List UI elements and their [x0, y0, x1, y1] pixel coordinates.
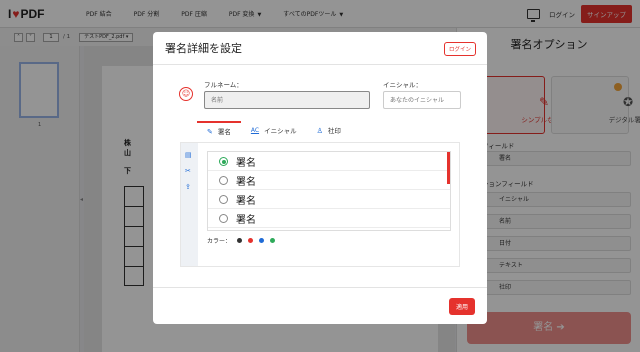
- tab-initials[interactable]: AC イニシャル: [241, 121, 307, 141]
- draw-icon[interactable]: ✂: [185, 167, 191, 175]
- initials-icon: AC: [250, 127, 260, 134]
- modal-title: 署名詳細を設定: [165, 42, 242, 55]
- text-style-icon[interactable]: ▤: [185, 151, 192, 159]
- signature-preview: 署名: [236, 215, 256, 226]
- initials-input[interactable]: [383, 91, 461, 109]
- signature-preview: 署名: [236, 158, 256, 169]
- signature-style-list: 署名 署名 署名 署名: [207, 151, 451, 231]
- radio[interactable]: [219, 176, 228, 185]
- signature-option[interactable]: 署名: [208, 171, 450, 190]
- signature-side-tools: ▤ ✂ ⇪: [181, 143, 198, 266]
- modal-divider: [153, 64, 487, 65]
- color-swatch-blue[interactable]: [259, 238, 265, 243]
- signature-option[interactable]: 署名: [208, 190, 450, 209]
- color-swatch-red[interactable]: [248, 238, 254, 243]
- tab-signature[interactable]: ✎ 署名: [197, 121, 241, 141]
- color-label: カラー：: [207, 238, 232, 245]
- color-swatch-black[interactable]: [237, 238, 243, 243]
- color-swatch-green[interactable]: [270, 238, 276, 243]
- radio[interactable]: [219, 195, 228, 204]
- signature-preview: 署名: [236, 177, 256, 188]
- initials-label: イニシャル：: [383, 81, 422, 89]
- modal-login-button[interactable]: ログイン: [443, 42, 476, 56]
- stamp-icon: ♙: [316, 127, 323, 135]
- tab-signature-label: 署名: [217, 128, 231, 136]
- signature-option[interactable]: 署名: [208, 209, 450, 228]
- color-picker: カラー：: [207, 236, 276, 245]
- fullname-input[interactable]: [204, 91, 370, 109]
- tab-stamp-label: 社印: [327, 127, 341, 135]
- signature-tab-panel: ▤ ✂ ⇪ 署名 署名 署名 署名 カラー：: [180, 142, 460, 267]
- signature-list-scrollbar[interactable]: [447, 152, 450, 184]
- pen-icon: ✎: [207, 128, 213, 136]
- user-icon: ☺: [179, 87, 193, 101]
- signature-preview: 署名: [236, 196, 256, 207]
- upload-icon[interactable]: ⇪: [185, 183, 191, 191]
- radio-selected[interactable]: [219, 157, 228, 166]
- fullname-label: フルネーム：: [204, 81, 243, 89]
- modal-footer-divider: [153, 287, 487, 288]
- signature-details-modal: 署名詳細を設定 ログイン ☺ フルネーム： イニシャル： ✎ 署名 AC イニシャル…: [153, 32, 487, 324]
- signature-type-tabs: ✎ 署名 AC イニシャル ♙ 社印: [197, 121, 351, 141]
- apply-button[interactable]: 適用: [448, 298, 475, 315]
- tab-stamp[interactable]: ♙ 社印: [307, 121, 351, 141]
- radio[interactable]: [219, 214, 228, 223]
- tab-initials-label: イニシャル: [264, 127, 297, 135]
- signature-option[interactable]: 署名: [208, 152, 450, 171]
